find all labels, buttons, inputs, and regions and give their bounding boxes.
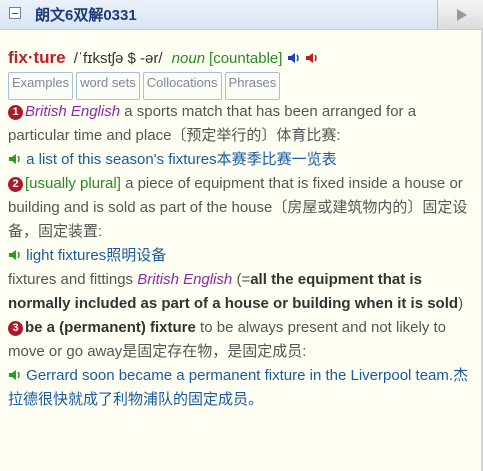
example-2: light fixtures照明设备 (8, 244, 478, 268)
example-1: a list of this season's fixtures本赛季比赛一览表 (8, 148, 478, 172)
sense-1: 1 British English a sports match that has… (8, 100, 478, 148)
region-label: British English (25, 103, 121, 120)
example-text: a list of this season's fixtures本赛季比赛一览表 (26, 151, 337, 168)
sense-2: 2 [usually plural] a piece of equipment t… (8, 172, 478, 244)
tab-examples[interactable]: Examples (8, 72, 74, 100)
grammar-label: [countable] (209, 50, 283, 67)
entry-header: 朗文6双解0331 (0, 0, 483, 30)
headword-line: fix·ture /ˈfɪkstʃə $ -ər/ noun [countable… (8, 44, 478, 72)
next-button[interactable] (437, 0, 483, 29)
tab-word-sets[interactable]: word sets (76, 72, 140, 100)
dictionary-title: 朗文6双解0331 (35, 7, 137, 24)
sense-3: 3 be a (permanent) fixture to be always p… (8, 316, 478, 364)
speaker-green-icon[interactable] (8, 369, 22, 381)
region-label: British English (137, 271, 233, 288)
grammar-label: [usually plural] (25, 175, 121, 192)
pronunciation: /ˈfɪkstʃə $ -ər/ (73, 50, 163, 67)
tab-collocations[interactable]: Collocations (142, 72, 222, 100)
example-text: Gerrard soon became a permanent fixture … (8, 367, 469, 408)
example-3: Gerrard soon became a permanent fixture … (8, 364, 478, 412)
collapse-button[interactable] (9, 7, 21, 19)
tab-phrases[interactable]: Phrases (224, 72, 281, 100)
headword: fix·ture (8, 48, 66, 67)
play-arrow-icon (457, 9, 467, 21)
speaker-green-icon[interactable] (8, 153, 22, 165)
speaker-blue-icon[interactable] (287, 52, 301, 64)
phrase-block: fixtures and fittings British English (=… (8, 268, 478, 316)
entry-content: fix·ture /ˈfɪkstʃə $ -ər/ noun [countable… (8, 44, 478, 412)
sense-number: 1 (8, 105, 23, 120)
speaker-green-icon[interactable] (8, 249, 22, 261)
phrase: fixtures and fittings (8, 271, 134, 288)
phrase-open: (= (236, 271, 251, 288)
sense-number: 2 (8, 177, 23, 192)
section-tabs: Examples word sets Collocations Phrases (8, 72, 478, 100)
phrase-close: ) (458, 295, 464, 312)
sense-phrase: be a (permanent) fixture (25, 319, 196, 336)
example-text: light fixtures照明设备 (26, 247, 167, 264)
sense-number: 3 (8, 321, 23, 336)
part-of-speech: noun (171, 50, 206, 67)
speaker-red-icon[interactable] (305, 52, 319, 64)
